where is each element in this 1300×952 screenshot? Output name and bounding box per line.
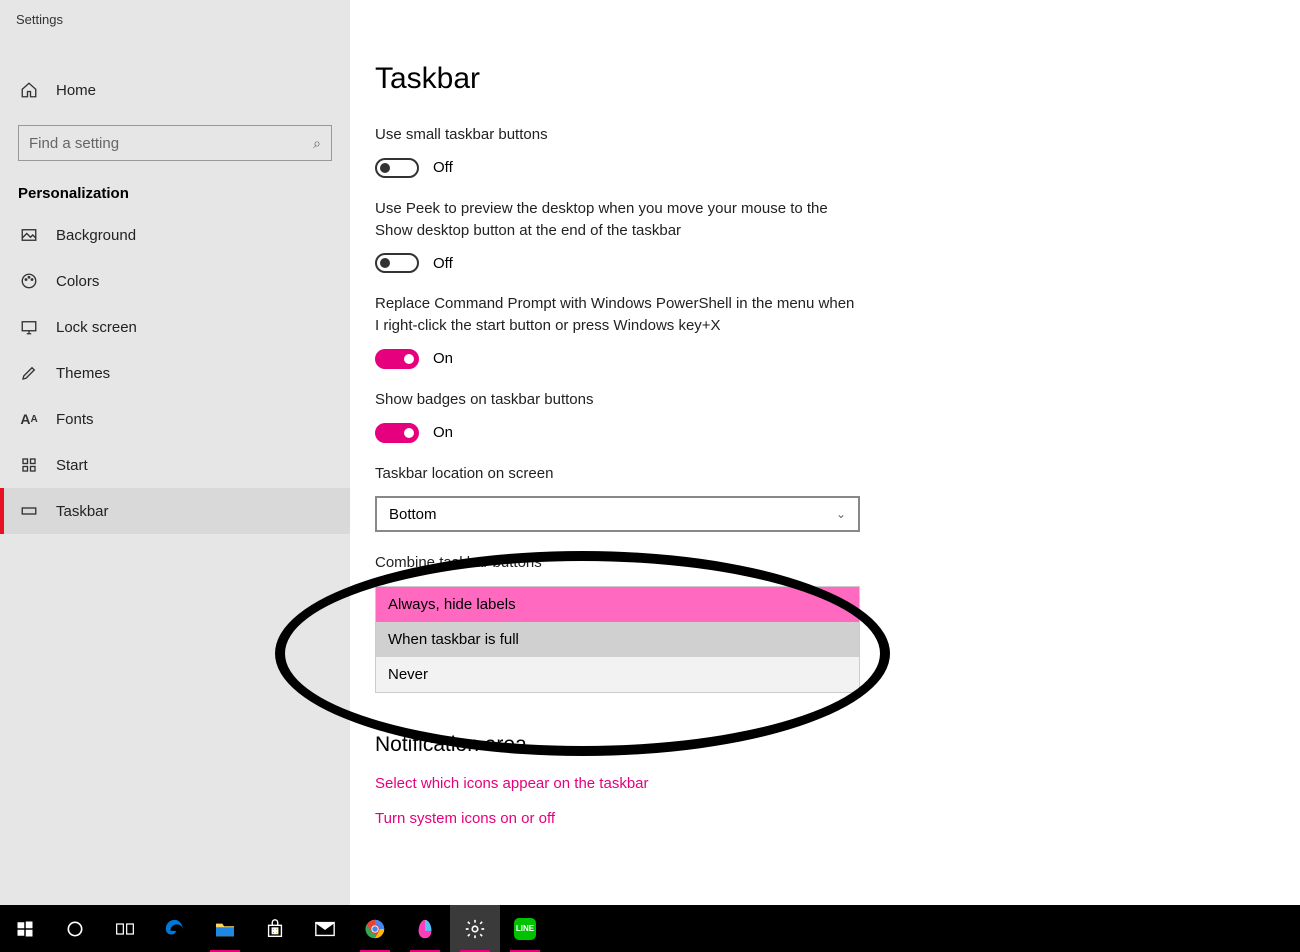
sidebar-label: Fonts (56, 411, 94, 428)
setting-label-combine: Combine taskbar buttons (375, 552, 855, 574)
store-icon[interactable] (250, 905, 300, 952)
task-view-button[interactable] (100, 905, 150, 952)
sidebar-label: Colors (56, 273, 99, 290)
main-content: Taskbar Use small taskbar buttons Off Us… (375, 62, 1255, 845)
mail-icon[interactable] (300, 905, 350, 952)
toggle-state: On (433, 350, 453, 367)
picture-icon (18, 224, 40, 246)
dropdown-item-never[interactable]: Never (376, 657, 859, 692)
line-icon[interactable]: LINE (500, 905, 550, 952)
font-icon: AA (18, 408, 40, 430)
nav-home[interactable]: Home (0, 67, 350, 113)
dropdown-location[interactable]: Bottom ⌄ (375, 496, 860, 532)
edge-icon[interactable] (150, 905, 200, 952)
taskbar-icon (18, 500, 40, 522)
search-input[interactable] (29, 135, 313, 152)
toggle-peek[interactable] (375, 253, 419, 273)
search-box[interactable]: ⌕ (18, 125, 332, 161)
section-notification-title: Notification area (375, 733, 1255, 757)
setting-label-powershell: Replace Command Prompt with Windows Powe… (375, 293, 855, 337)
start-button[interactable] (0, 905, 50, 952)
settings-icon[interactable] (450, 905, 500, 952)
dropdown-combine-open[interactable]: Always, hide labels When taskbar is full… (375, 586, 860, 693)
paint-icon[interactable] (400, 905, 450, 952)
palette-icon (18, 270, 40, 292)
windows-taskbar: LINE (0, 905, 1300, 952)
page-title: Taskbar (375, 62, 1255, 96)
link-system-icons[interactable]: Turn system icons on or off (375, 810, 1255, 827)
nav-home-label: Home (56, 82, 96, 99)
file-explorer-icon[interactable] (200, 905, 250, 952)
sidebar-label: Background (56, 227, 136, 244)
sidebar-label: Taskbar (56, 503, 109, 520)
link-select-icons[interactable]: Select which icons appear on the taskbar (375, 775, 1255, 792)
sidebar-item-background[interactable]: Background (0, 212, 350, 258)
setting-label-small-buttons: Use small taskbar buttons (375, 124, 855, 146)
search-icon: ⌕ (313, 135, 321, 152)
sidebar-item-fonts[interactable]: AA Fonts (0, 396, 350, 442)
sidebar-item-colors[interactable]: Colors (0, 258, 350, 304)
home-icon (18, 79, 40, 101)
sidebar-item-themes[interactable]: Themes (0, 350, 350, 396)
dropdown-location-value: Bottom (389, 506, 437, 523)
toggle-state: Off (433, 159, 453, 176)
sidebar-item-lockscreen[interactable]: Lock screen (0, 304, 350, 350)
monitor-icon (18, 316, 40, 338)
toggle-state: Off (433, 255, 453, 272)
sidebar-category: Personalization (0, 167, 350, 212)
toggle-powershell[interactable] (375, 349, 419, 369)
search-wrap: ⌕ (0, 113, 350, 167)
pen-icon (18, 362, 40, 384)
sidebar-label: Start (56, 457, 88, 474)
toggle-small-buttons[interactable] (375, 158, 419, 178)
app-title: Settings (0, 0, 350, 39)
toggle-badges[interactable] (375, 423, 419, 443)
sidebar: Settings Home ⌕ Personalization Backgrou… (0, 0, 350, 905)
grid-icon (18, 454, 40, 476)
sidebar-item-taskbar[interactable]: Taskbar (0, 488, 350, 534)
chevron-down-icon: ⌄ (836, 507, 846, 521)
setting-label-peek: Use Peek to preview the desktop when you… (375, 198, 855, 242)
sidebar-label: Themes (56, 365, 110, 382)
dropdown-item-always[interactable]: Always, hide labels (376, 587, 859, 622)
setting-label-badges: Show badges on taskbar buttons (375, 389, 855, 411)
cortana-button[interactable] (50, 905, 100, 952)
chrome-icon[interactable] (350, 905, 400, 952)
dropdown-item-whenfull[interactable]: When taskbar is full (376, 622, 859, 657)
toggle-state: On (433, 424, 453, 441)
sidebar-label: Lock screen (56, 319, 137, 336)
setting-label-location: Taskbar location on screen (375, 463, 855, 485)
sidebar-item-start[interactable]: Start (0, 442, 350, 488)
